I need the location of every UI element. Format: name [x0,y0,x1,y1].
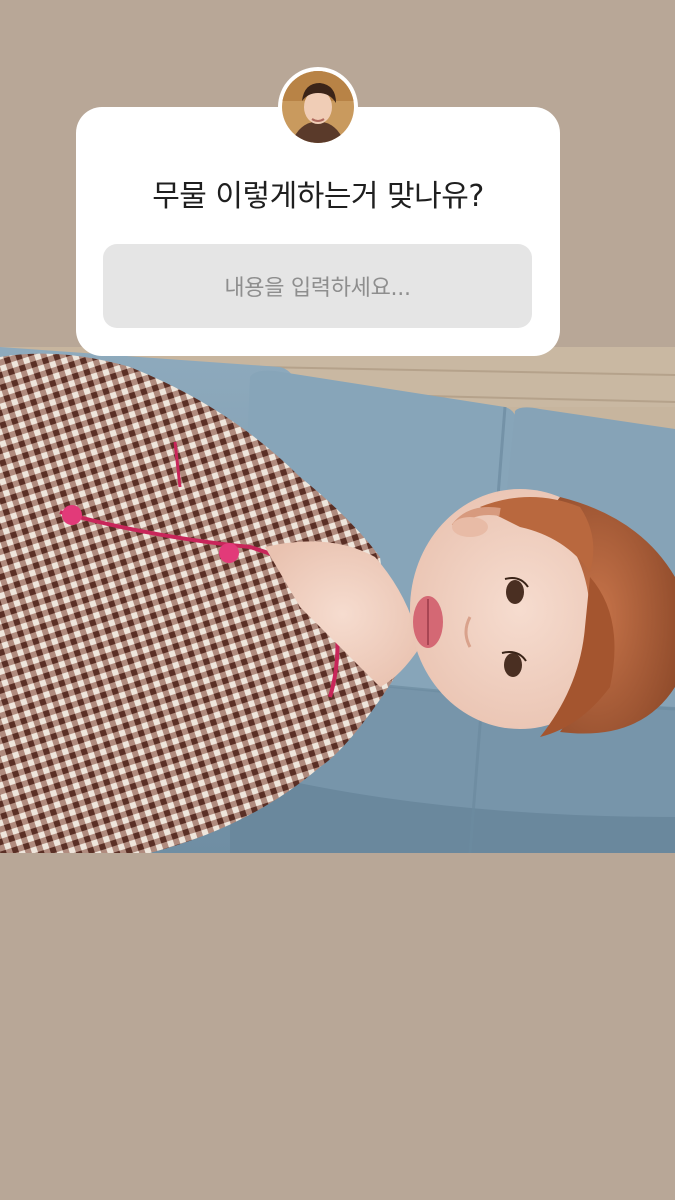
question-text: 무물 이렇게하는거 맞나유? [152,179,484,214]
profile-photo-icon [282,71,354,143]
answer-input[interactable]: 내용을 입력하세요... [103,244,532,328]
story-frame: 무물 이렇게하는거 맞나유? 내용을 입력하세요... [0,0,675,1200]
avatar[interactable] [278,67,358,147]
story-photo [0,347,675,853]
photo-illustration [0,347,675,853]
